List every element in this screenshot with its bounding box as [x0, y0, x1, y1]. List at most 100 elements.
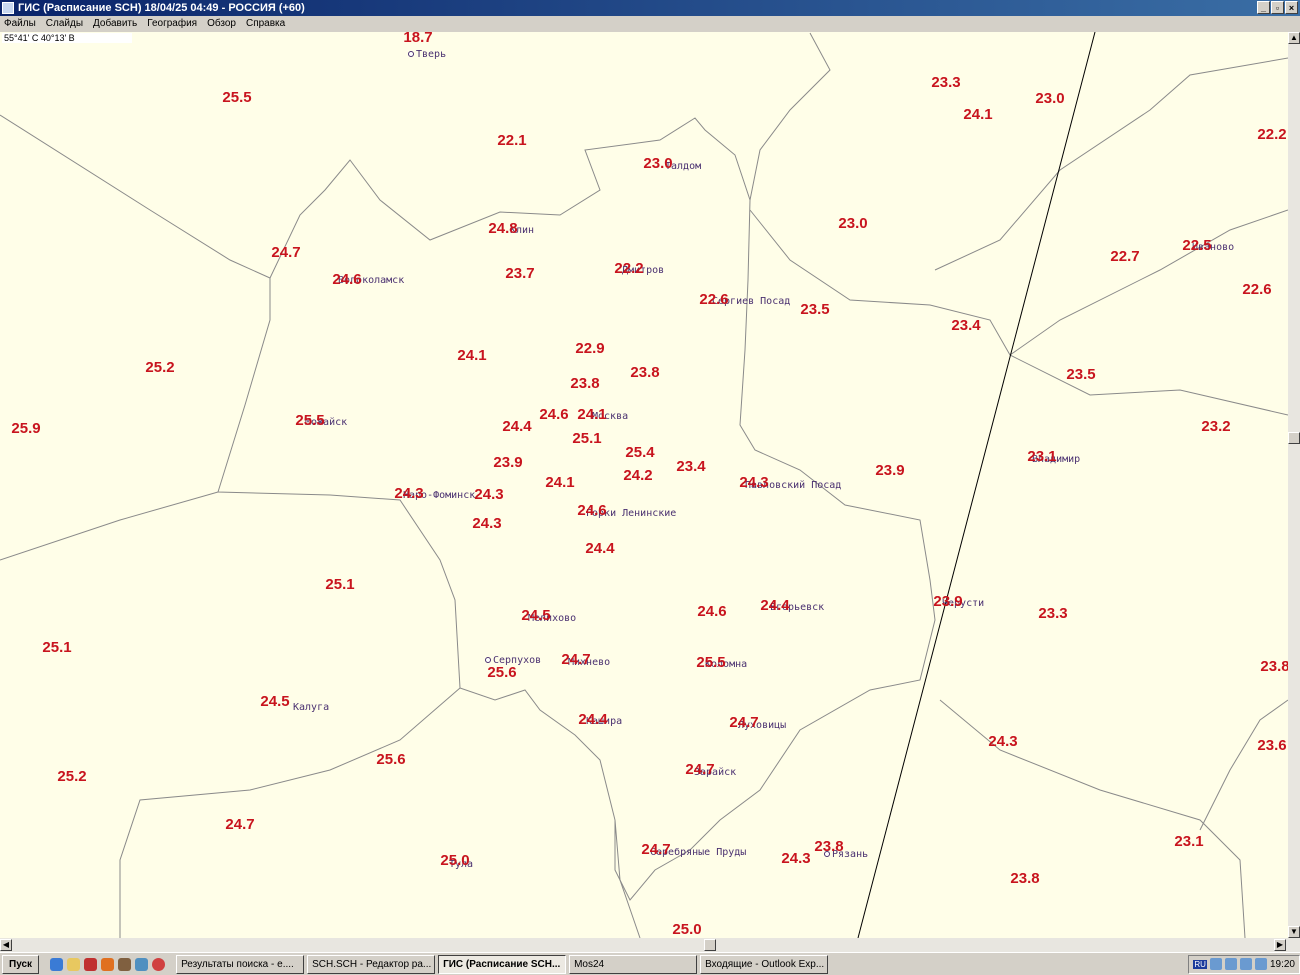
region-boundary	[934, 57, 1288, 271]
cursor-coordinates: 55°41' С 40°13' В	[2, 33, 132, 43]
language-indicator[interactable]: RU	[1193, 959, 1207, 969]
maximize-button[interactable]: ▫	[1271, 1, 1284, 14]
temperature-value: 25.5	[696, 654, 726, 671]
temperature-value: 22.7	[1110, 248, 1140, 265]
temperature-value: 25.2	[145, 359, 175, 376]
temperature-value: 25.1	[325, 576, 355, 593]
temperature-value: 24.4	[760, 597, 790, 614]
temperature-value: 24.7	[561, 651, 591, 668]
region-boundary	[119, 687, 461, 938]
temperature-value: 24.4	[578, 711, 608, 728]
city-name: Калуга	[293, 702, 330, 713]
temperature-value: 23.9	[493, 454, 523, 471]
temperature-value: 22.9	[575, 340, 605, 357]
region-boundary	[0, 114, 271, 279]
temperature-value: 24.5	[260, 693, 290, 710]
menu-geography[interactable]: География	[147, 16, 197, 32]
temperature-value: 25.1	[42, 639, 72, 656]
region-boundary	[1199, 699, 1288, 831]
task-search-results[interactable]: Результаты поиска - е....	[176, 954, 305, 974]
taskbar: Пуск Результаты поиска - е.... SCH.SCH -…	[0, 952, 1300, 975]
temperature-value: 24.8	[488, 220, 518, 237]
app-icon[interactable]	[84, 957, 98, 971]
outlook-icon[interactable]	[135, 957, 149, 971]
window-title: ГИС (Расписание SCH) 18/04/25 04:49 - РО…	[18, 2, 305, 14]
chrome-icon[interactable]	[152, 957, 166, 971]
region-boundary	[0, 491, 219, 561]
tray-icon[interactable]	[1209, 958, 1222, 970]
temperature-value: 25.5	[222, 89, 252, 106]
firefox-icon[interactable]	[101, 957, 115, 971]
task-sch-editor[interactable]: SCH.SCH - Редактор ра...	[307, 954, 436, 974]
temperature-value: 23.6	[1257, 737, 1287, 754]
network-icon[interactable]	[1239, 958, 1252, 970]
menu-add[interactable]: Добавить	[93, 16, 137, 32]
temperature-value: 24.6	[332, 271, 362, 288]
region-boundary	[614, 819, 641, 938]
temperature-value: 23.3	[931, 74, 961, 91]
task-mos24[interactable]: Mos24	[569, 954, 698, 974]
tray-icon[interactable]	[1254, 958, 1267, 970]
temperature-value: 22.2	[1257, 126, 1287, 143]
menu-files[interactable]: Файлы	[4, 16, 36, 32]
temperature-value: 25.5	[295, 412, 325, 429]
task-gis[interactable]: ГИС (Расписание SCH...	[438, 954, 567, 974]
start-button[interactable]: Пуск	[2, 954, 40, 974]
city-name: Тверь	[416, 49, 447, 60]
scroll-left-button[interactable]: ◀	[0, 939, 12, 951]
menu-help[interactable]: Справка	[246, 16, 285, 32]
minimize-button[interactable]: _	[1257, 1, 1270, 14]
temperature-value: 23.1	[1174, 833, 1204, 850]
temperature-value: 23.1	[1027, 448, 1057, 465]
scroll-up-button[interactable]: ▲	[1288, 32, 1300, 44]
temperature-value: 24.3	[988, 733, 1018, 750]
temperature-value: 24.7	[685, 761, 715, 778]
close-button[interactable]: ×	[1285, 1, 1298, 14]
app-icon	[2, 2, 14, 14]
horizontal-scrollbar[interactable]: ◀ ▶	[0, 938, 1300, 952]
temperature-value: 24.7	[641, 841, 671, 858]
scroll-down-button[interactable]: ▼	[1288, 926, 1300, 938]
temperature-value: 23.7	[505, 265, 535, 282]
temperature-value: 25.9	[11, 420, 41, 437]
title-bar: ГИС (Расписание SCH) 18/04/25 04:49 - РО…	[0, 0, 1300, 16]
tool-icon[interactable]	[118, 957, 132, 971]
temperature-value: 24.7	[729, 714, 759, 731]
city-label: Тверь	[408, 49, 446, 60]
tray-icon[interactable]	[1224, 958, 1237, 970]
map-canvas[interactable]: Тверь Талдом Клин Волоколамск Дмитров Сергиев…	[0, 32, 1288, 938]
menu-slides[interactable]: Слайды	[46, 16, 83, 32]
temperature-value: 24.6	[577, 502, 607, 519]
temperature-value: 24.1	[577, 406, 607, 423]
vertical-scrollbar[interactable]: ▲ ▼	[1288, 32, 1300, 938]
temperature-value: 25.0	[672, 921, 702, 938]
temperature-value: 25.1	[572, 430, 602, 447]
region-boundary	[939, 699, 1246, 938]
temperature-value: 23.8	[1260, 658, 1288, 675]
quick-launch	[42, 957, 173, 971]
temperature-value: 25.6	[487, 664, 517, 681]
temperature-value: 23.8	[570, 375, 600, 392]
temperature-value: 25.4	[625, 444, 655, 461]
temperature-value: 23.5	[1066, 366, 1096, 383]
temperature-value: 24.1	[457, 347, 487, 364]
temperature-value: 23.4	[951, 317, 981, 334]
vertical-scroll-thumb[interactable]	[1288, 432, 1300, 444]
horizontal-scroll-thumb[interactable]	[704, 939, 716, 951]
temperature-value: 24.4	[585, 540, 615, 557]
folder-icon[interactable]	[67, 957, 81, 971]
temperature-value: 23.8	[814, 838, 844, 855]
temperature-value: 23.0	[643, 155, 673, 172]
scroll-right-button[interactable]: ▶	[1274, 939, 1286, 951]
temperature-value: 24.7	[271, 244, 301, 261]
system-tray: RU 19:20	[1188, 954, 1300, 974]
menu-bar: Файлы Слайды Добавить География Обзор Сп…	[0, 16, 1300, 32]
temperature-value: 24.2	[623, 467, 653, 484]
temperature-value: 23.0	[1035, 90, 1065, 107]
menu-view[interactable]: Обзор	[207, 16, 236, 32]
temperature-value: 22.5	[1182, 237, 1212, 254]
ie-icon[interactable]	[50, 957, 64, 971]
task-outlook[interactable]: Входящие - Outlook Exp...	[700, 954, 829, 974]
temperature-value: 22.2	[614, 260, 644, 277]
temperature-value: 18.7	[403, 32, 433, 46]
